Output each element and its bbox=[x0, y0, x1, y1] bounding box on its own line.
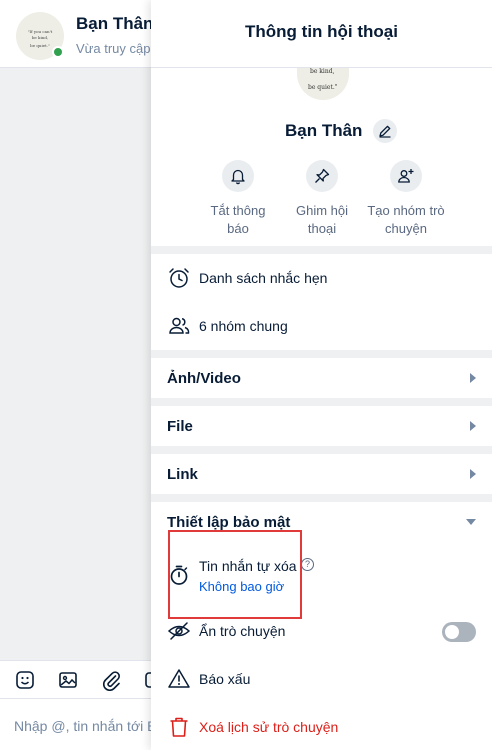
attachment-icon[interactable] bbox=[100, 669, 122, 691]
panel-title: Thông tin hội thoại bbox=[245, 22, 398, 41]
trash-icon bbox=[170, 717, 188, 737]
alarm-clock-icon bbox=[169, 268, 189, 288]
profile-name: Bạn Thân bbox=[285, 121, 363, 140]
pencil-icon bbox=[379, 125, 391, 138]
divider bbox=[151, 246, 492, 254]
action-label: Ghim hội thoại bbox=[295, 203, 349, 236]
avatar-quote-line: be kind, bbox=[31, 35, 49, 40]
chat-pane: "If you can't be kind, be quiet." Bạn Th… bbox=[0, 0, 208, 750]
divider bbox=[151, 494, 492, 502]
online-status-dot bbox=[52, 46, 64, 58]
pin-icon bbox=[315, 168, 330, 183]
pin-conversation-button[interactable]: Ghim hội thoại bbox=[282, 160, 362, 238]
action-label: Tắt thông báo bbox=[210, 203, 266, 236]
avatar-quote-line: "If you can't bbox=[27, 29, 53, 34]
mute-notifications-button[interactable]: Tắt thông báo bbox=[198, 160, 278, 238]
chat-status: Vừa truy cập bbox=[76, 41, 151, 56]
reminders-label: Danh sách nhắc hẹn bbox=[199, 270, 328, 286]
sticker-icon[interactable] bbox=[14, 669, 36, 691]
chat-toolbar bbox=[0, 660, 163, 698]
divider bbox=[151, 398, 492, 406]
avatar-quote-line: be quiet." bbox=[308, 84, 338, 91]
section-title: File bbox=[167, 418, 193, 435]
media-section[interactable]: Ảnh/Video bbox=[151, 358, 492, 398]
file-section[interactable]: File bbox=[151, 406, 492, 446]
chat-header: "If you can't be kind, be quiet." Bạn Th… bbox=[0, 0, 160, 68]
report-label: Báo xấu bbox=[199, 671, 251, 687]
image-icon[interactable] bbox=[57, 669, 79, 691]
message-input[interactable]: Nhập @, tin nhắn tới Bạn Thân bbox=[0, 698, 208, 750]
action-label: Tạo nhóm trò chuyện bbox=[367, 203, 445, 236]
info-header: Thông tin hội thoại bbox=[151, 0, 492, 68]
avatar-quote-line: be kind, bbox=[310, 68, 335, 75]
caret-right-icon bbox=[470, 469, 476, 479]
highlight-box bbox=[168, 530, 302, 619]
reminders-row[interactable]: Danh sách nhắc hẹn bbox=[151, 258, 492, 298]
bell-icon bbox=[231, 169, 245, 185]
divider bbox=[151, 446, 492, 454]
caret-right-icon bbox=[470, 421, 476, 431]
toggle-knob bbox=[445, 625, 459, 639]
common-groups-label: 6 nhóm chung bbox=[199, 318, 288, 334]
profile-avatar-visible[interactable]: be kind, be quiet." bbox=[297, 68, 349, 100]
section-title: Link bbox=[167, 466, 198, 483]
conversation-info-panel: be kind, be quiet." Thông tin hội thoại … bbox=[151, 0, 492, 750]
edit-name-button[interactable] bbox=[373, 119, 397, 143]
common-groups-row[interactable]: 6 nhóm chung bbox=[151, 306, 492, 346]
help-icon[interactable]: ? bbox=[301, 558, 314, 571]
hide-chat-toggle[interactable] bbox=[442, 622, 476, 642]
section-title: Thiết lập bảo mật bbox=[167, 514, 291, 531]
delete-history-row[interactable]: Xoá lịch sử trò chuyện bbox=[151, 707, 492, 747]
caret-down-icon bbox=[466, 519, 476, 525]
report-row[interactable]: Báo xấu bbox=[151, 659, 492, 699]
chat-name[interactable]: Bạn Thân bbox=[76, 14, 153, 34]
eye-off-icon bbox=[167, 622, 191, 640]
section-title: Ảnh/Video bbox=[167, 370, 241, 387]
create-group-button[interactable]: Tạo nhóm trò chuyện bbox=[366, 160, 446, 238]
delete-history-label: Xoá lịch sử trò chuyện bbox=[199, 719, 339, 735]
add-group-icon bbox=[398, 169, 414, 183]
warning-icon bbox=[168, 669, 190, 688]
caret-right-icon bbox=[470, 373, 476, 383]
link-section[interactable]: Link bbox=[151, 454, 492, 494]
hide-chat-label: Ẩn trò chuyện bbox=[199, 623, 286, 639]
divider bbox=[151, 350, 492, 358]
group-icon bbox=[169, 317, 190, 334]
